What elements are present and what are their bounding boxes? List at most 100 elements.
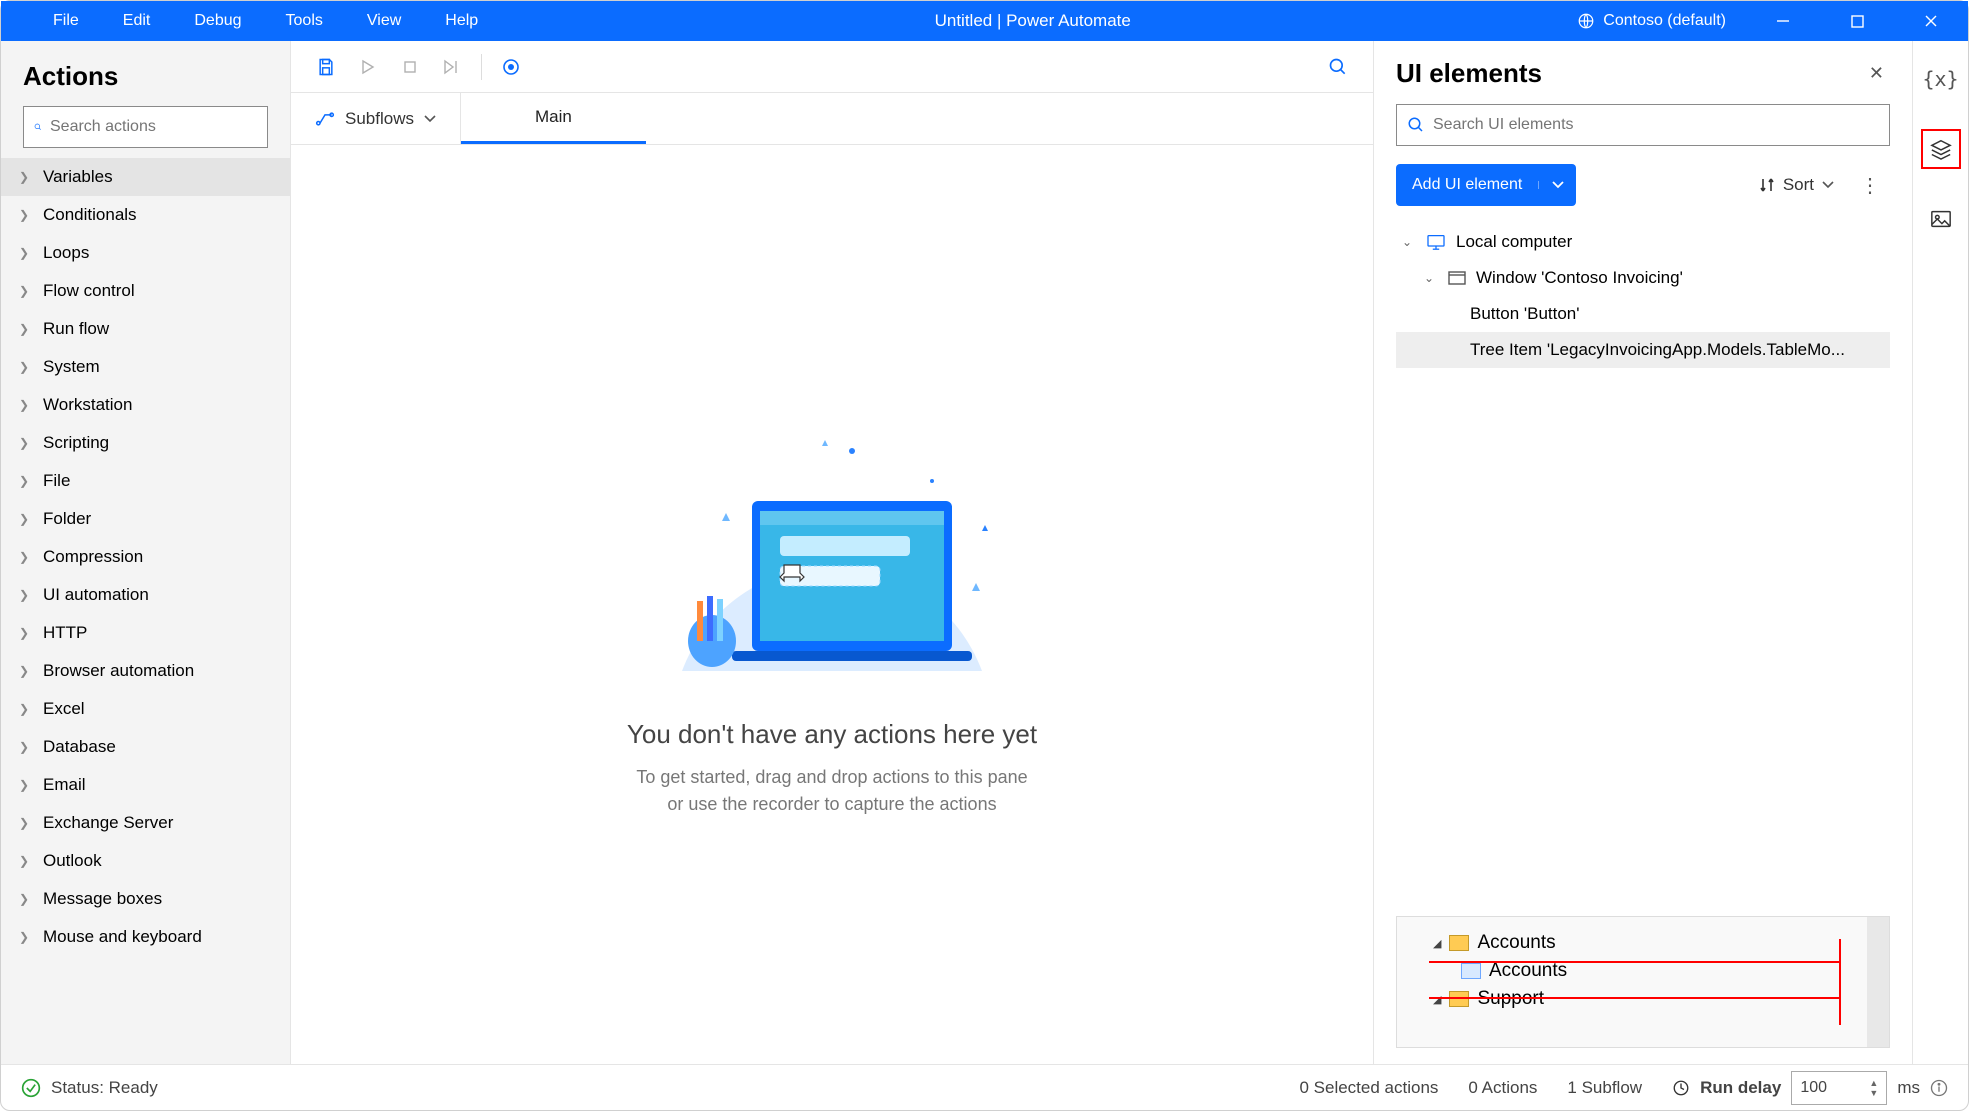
image-icon (1930, 209, 1952, 229)
action-category[interactable]: ❯UI automation (1, 576, 290, 614)
computer-icon (1426, 234, 1446, 250)
highlight-line (1839, 939, 1841, 1025)
action-category[interactable]: ❯Exchange Server (1, 804, 290, 842)
menu-view[interactable]: View (345, 4, 423, 38)
highlight-line (1429, 997, 1841, 999)
spin-down[interactable]: ▼ (1869, 1088, 1878, 1098)
action-label: Run flow (43, 319, 109, 339)
action-category[interactable]: ❯Variables (1, 158, 290, 196)
action-category[interactable]: ❯Scripting (1, 424, 290, 462)
chevron-down-icon (424, 115, 436, 123)
separator (481, 54, 482, 80)
search-actions-input[interactable] (50, 118, 257, 136)
ms-label: ms (1897, 1078, 1920, 1098)
step-button[interactable] (431, 47, 473, 87)
action-category[interactable]: ❯Outlook (1, 842, 290, 880)
folder-icon (1449, 935, 1469, 951)
action-label: Mouse and keyboard (43, 927, 202, 947)
record-button[interactable] (490, 47, 532, 87)
subflows-dropdown[interactable]: Subflows (291, 93, 461, 144)
environment-picker[interactable]: Contoso (default) (1565, 12, 1738, 30)
search-icon (34, 118, 42, 136)
sort-label: Sort (1783, 175, 1814, 195)
action-label: Folder (43, 509, 91, 529)
action-category[interactable]: ❯Flow control (1, 272, 290, 310)
tree-row-button-item[interactable]: Button 'Button' (1396, 296, 1890, 332)
close-panel-button[interactable]: ✕ (1863, 57, 1890, 90)
maximize-button[interactable] (1828, 1, 1886, 41)
action-category[interactable]: ❯Email (1, 766, 290, 804)
subflows-label: Subflows (345, 109, 414, 129)
variables-pane-button[interactable]: {x} (1921, 59, 1961, 99)
chevron-down-icon: ⌄ (1402, 235, 1416, 249)
action-category[interactable]: ❯Loops (1, 234, 290, 272)
close-button[interactable] (1902, 1, 1960, 41)
action-category[interactable]: ❯HTTP (1, 614, 290, 652)
sort-icon (1759, 177, 1775, 193)
tabs: Subflows Main (291, 93, 1373, 145)
window-icon (1448, 271, 1466, 285)
images-pane-button[interactable] (1921, 199, 1961, 239)
add-ui-element-button[interactable]: Add UI element (1396, 164, 1576, 206)
action-category[interactable]: ❯Conditionals (1, 196, 290, 234)
action-category[interactable]: ❯Mouse and keyboard (1, 918, 290, 956)
action-category[interactable]: ❯Excel (1, 690, 290, 728)
menu-tools[interactable]: Tools (264, 4, 345, 38)
action-category[interactable]: ❯ Database (1, 728, 290, 766)
chevron-right-icon: ❯ (19, 740, 33, 754)
action-category[interactable]: ❯ File (1, 462, 290, 500)
ui-elements-panel: UI elements ✕ Add UI element Sort ⋮ (1374, 41, 1912, 1064)
tree-row-treeitem[interactable]: Tree Item 'LegacyInvoicingApp.Models.Tab… (1396, 332, 1890, 368)
chevron-right-icon: ❯ (19, 322, 33, 336)
ui-elements-pane-button[interactable] (1921, 129, 1961, 169)
chevron-right-icon: ❯ (19, 588, 33, 602)
menu-file[interactable]: File (31, 4, 101, 38)
stop-button[interactable] (389, 47, 431, 87)
sort-button[interactable]: Sort (1759, 175, 1834, 195)
flow-canvas[interactable]: You don't have any actions here yet To g… (291, 145, 1373, 1064)
action-label: File (43, 471, 70, 491)
layers-icon (1930, 138, 1952, 160)
chevron-right-icon: ❯ (19, 854, 33, 868)
run-delay-input[interactable]: 100 ▲▼ (1791, 1071, 1887, 1105)
preview-scrollbar[interactable] (1867, 917, 1889, 1047)
globe-icon (1577, 12, 1595, 30)
tree-row-window[interactable]: ⌄ Window 'Contoso Invoicing' (1396, 260, 1890, 296)
search-ui-input[interactable] (1433, 116, 1879, 134)
save-button[interactable] (305, 47, 347, 87)
chevron-right-icon: ❯ (19, 550, 33, 564)
add-ui-dropdown[interactable] (1538, 181, 1576, 189)
menu-help[interactable]: Help (423, 4, 500, 38)
chevron-down-icon (1552, 181, 1564, 189)
action-category[interactable]: ❯Workstation (1, 386, 290, 424)
tree-row-computer[interactable]: ⌄ Local computer (1396, 224, 1890, 260)
action-category[interactable]: ❯Message boxes (1, 880, 290, 918)
action-label: Database (43, 737, 116, 757)
search-actions-box[interactable] (23, 106, 268, 148)
chevron-right-icon: ❯ (19, 284, 33, 298)
chevron-right-icon: ❯ (19, 474, 33, 488)
tab-main[interactable]: Main (461, 93, 646, 144)
action-category[interactable]: ❯ Run flow (1, 310, 290, 348)
status-bar: Status: Ready 0 Selected actions 0 Actio… (1, 1064, 1968, 1110)
menu-edit[interactable]: Edit (101, 4, 173, 38)
run-delay-label: Run delay (1700, 1078, 1781, 1098)
spin-up[interactable]: ▲ (1869, 1078, 1878, 1088)
run-button[interactable] (347, 47, 389, 87)
run-delay-value: 100 (1800, 1079, 1827, 1097)
search-ui-box[interactable] (1396, 104, 1890, 146)
more-options-button[interactable]: ⋮ (1850, 173, 1890, 198)
chevron-right-icon: ❯ (19, 512, 33, 526)
empty-illustration (622, 391, 1042, 691)
action-category[interactable]: ❯ Folder (1, 500, 290, 538)
info-icon[interactable] (1930, 1079, 1948, 1097)
highlight-line (1429, 961, 1841, 963)
action-category[interactable]: ❯Compression (1, 538, 290, 576)
menu-debug[interactable]: Debug (172, 4, 263, 38)
action-category[interactable]: ❯System (1, 348, 290, 386)
chevron-down-icon: ⌄ (1424, 271, 1438, 285)
search-flow-button[interactable] (1317, 47, 1359, 87)
action-category[interactable]: ❯Browser automation (1, 652, 290, 690)
add-ui-label: Add UI element (1396, 176, 1538, 194)
minimize-button[interactable] (1754, 1, 1812, 41)
